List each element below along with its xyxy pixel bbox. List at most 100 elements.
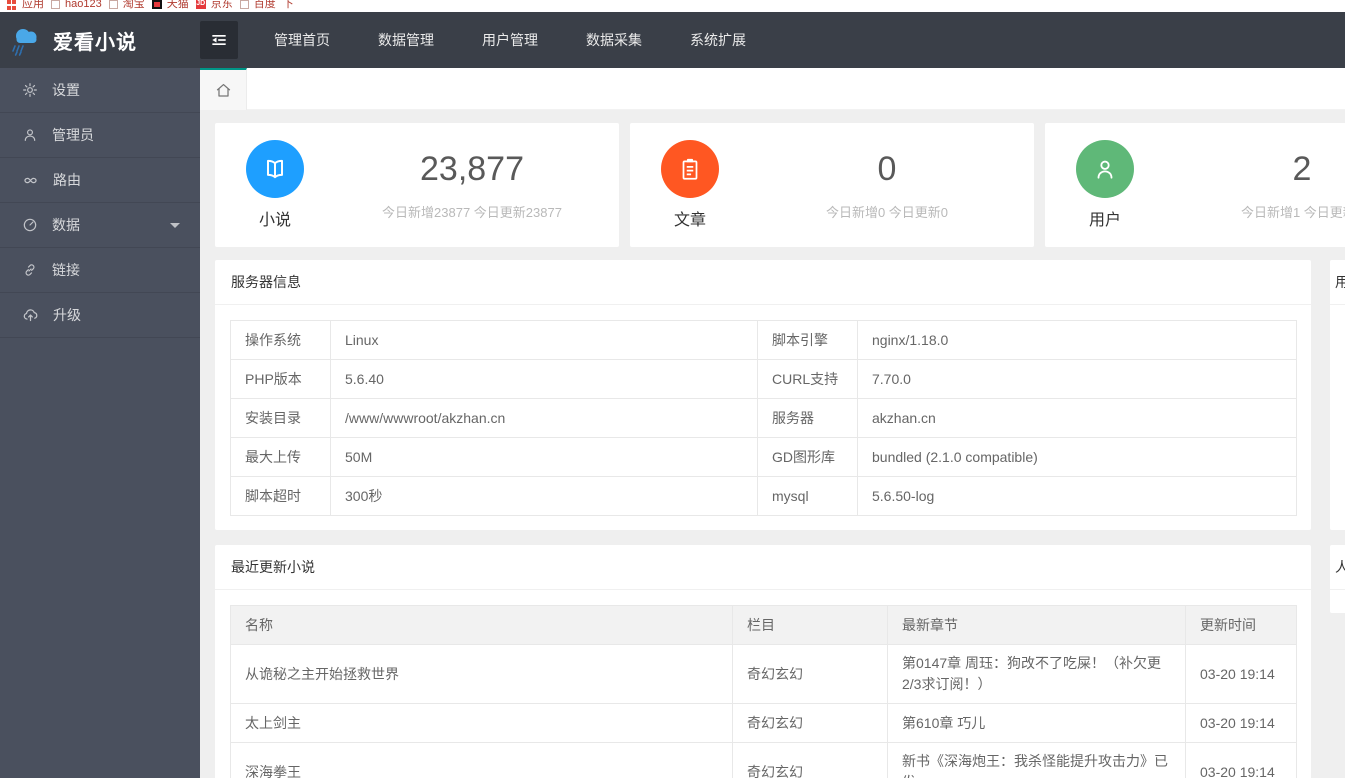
stat-subtext: 今日新增0 今日更新0 (825, 204, 949, 220)
server-info-panel: 服务器信息 操作系统 Linux 脚本引擎 nginx/1.18.0 PHP版本… (215, 260, 1311, 530)
sidebar-item-data[interactable]: 数据 (0, 203, 200, 248)
collapse-menu-icon (212, 35, 226, 45)
novel-category: 奇幻玄幻 (732, 703, 888, 743)
screen: 应用 hao123 淘宝 天猫 JD 京东 百度 下 爱看小说 管理首页 数据管… (0, 0, 1345, 778)
panel-title: 人 (1330, 545, 1345, 590)
top-nav: 管理首页 数据管理 用户管理 数据采集 系统扩展 (250, 12, 770, 68)
app-header: 爱看小说 管理首页 数据管理 用户管理 数据采集 系统扩展 (0, 12, 1345, 68)
link-icon (25, 264, 35, 276)
novel-circle (246, 140, 304, 198)
right-panel-partial-top: 用 (1330, 260, 1345, 530)
tmall-favicon-icon (151, 0, 162, 9)
app-title: 爱看小说 (53, 31, 137, 54)
novel-update-time: 03-20 19:14 (1185, 703, 1297, 743)
apps-shortcut[interactable]: 应用 (7, 0, 44, 12)
sidebar-item-label: 管理员 (52, 127, 94, 143)
recent-novels-table: 名称 栏目 最新章节 更新时间 从诡秘之主开始拯救世界 奇幻玄幻 第0147章 … (230, 605, 1297, 778)
novel-name: 太上剑主 (230, 703, 733, 743)
stat-cards-row: 小说 23,877 今日新增23877 今日更新23877 文章 0 今日新增0… (215, 123, 1345, 247)
novel-chapter: 第610章 巧儿 (887, 703, 1186, 743)
novel-chapter: 新书《深海炮王：我杀怪能提升攻击力》已发 (887, 742, 1186, 778)
article-circle (661, 140, 719, 198)
sidebar-item-settings[interactable]: 设置 (0, 68, 200, 113)
nav-user-management[interactable]: 用户管理 (458, 12, 562, 68)
table-row: PHP版本 5.6.40 CURL支持 7.70.0 (230, 359, 1297, 399)
sidebar-collapse-button[interactable] (200, 21, 238, 59)
stat-card-novels: 小说 23,877 今日新增23877 今日更新23877 (215, 123, 619, 247)
gauge-icon (23, 218, 37, 232)
table-row: 深海拳王 奇幻玄幻 新书《深海炮王：我杀怪能提升攻击力》已发 03-20 19:… (230, 742, 1297, 778)
clipboard-icon (682, 158, 698, 180)
table-header-row: 名称 栏目 最新章节 更新时间 (230, 605, 1297, 645)
sidebar-item-label: 设置 (52, 82, 80, 98)
nav-data-collection[interactable]: 数据采集 (562, 12, 666, 68)
panel-title: 服务器信息 (215, 260, 1311, 305)
sidebar-item-label: 路由 (53, 172, 81, 188)
app-logo[interactable]: 爱看小说 (0, 23, 200, 57)
bookmark-jd[interactable]: JD 京东 (195, 0, 233, 12)
nav-data-management[interactable]: 数据管理 (354, 12, 458, 68)
novel-category: 奇幻玄幻 (732, 644, 888, 704)
favicon-placeholder-icon (108, 0, 118, 9)
user-circle (1076, 140, 1134, 198)
novel-update-time: 03-20 19:14 (1185, 742, 1297, 778)
novel-update-time: 03-20 19:14 (1185, 644, 1297, 704)
favicon-placeholder-icon (51, 0, 60, 9)
stat-label: 文章 (673, 212, 706, 229)
upgrade-cloud-icon (23, 308, 38, 321)
dashboard-content: 小说 23,877 今日新增23877 今日更新23877 文章 0 今日新增0… (200, 110, 1345, 778)
sidebar-item-routes[interactable]: 路由 (0, 158, 200, 203)
apps-grid-icon (7, 0, 17, 10)
right-panel-partial-bottom: 人 (1330, 545, 1345, 613)
server-info-table: 操作系统 Linux 脚本引擎 nginx/1.18.0 PHP版本 5.6.4… (230, 320, 1297, 516)
table-row: 太上剑主 奇幻玄幻 第610章 巧儿 03-20 19:14 (230, 703, 1297, 743)
book-icon (267, 159, 283, 179)
bookmark-taobao[interactable]: 淘宝 (108, 0, 145, 12)
sidebar-item-label: 数据 (52, 217, 80, 233)
stat-card-articles: 文章 0 今日新增0 今日更新0 (630, 123, 1034, 247)
bookmark-hao123[interactable]: hao123 (51, 0, 102, 12)
cloud-rain-logo-icon (12, 29, 37, 56)
person-icon (1097, 160, 1113, 179)
stat-value: 0 (877, 149, 897, 188)
table-row: 脚本超时 300秒 mysql 5.6.50-log (230, 476, 1297, 516)
sidebar-item-label: 升级 (53, 307, 81, 323)
stat-value: 2 (1292, 149, 1312, 188)
nav-admin-home[interactable]: 管理首页 (250, 12, 354, 68)
gear-icon (23, 83, 37, 97)
tab-home[interactable] (200, 68, 247, 110)
stat-label: 小说 (258, 212, 291, 229)
stat-value: 23,877 (420, 149, 524, 188)
stat-subtext: 今日新增1 今日更新1 (1240, 204, 1345, 220)
sidebar-item-label: 链接 (52, 262, 80, 278)
novel-name: 深海拳王 (230, 742, 733, 778)
sidebar: 设置 管理员 路由 数据 链接 升级 (0, 68, 200, 778)
stat-label: 用户 (1088, 212, 1121, 229)
chevron-down-icon (170, 222, 180, 228)
bookmark-baidu[interactable]: 百度 (239, 0, 276, 12)
bookmark-tmall[interactable]: 天猫 (151, 0, 189, 12)
panel-title: 最近更新小说 (215, 545, 1311, 590)
user-icon (24, 129, 36, 141)
nav-system-extension[interactable]: 系统扩展 (666, 12, 770, 68)
browser-bookmarks-bar: 应用 hao123 淘宝 天猫 JD 京东 百度 下 (0, 0, 1345, 12)
route-infinity-icon (24, 177, 37, 183)
novel-chapter: 第0147章 周珏：狗改不了吃屎！（补欠更2/3求订阅！） (887, 644, 1186, 704)
novel-name: 从诡秘之主开始拯救世界 (230, 644, 733, 704)
sidebar-item-admins[interactable]: 管理员 (0, 113, 200, 158)
table-row: 最大上传 50M GD图形库 bundled (2.1.0 compatible… (230, 437, 1297, 477)
home-icon (216, 83, 230, 97)
table-row: 安装目录 /www/wwwroot/akzhan.cn 服务器 akzhan.c… (230, 398, 1297, 438)
jd-favicon-icon: JD (195, 0, 206, 9)
table-row: 从诡秘之主开始拯救世界 奇幻玄幻 第0147章 周珏：狗改不了吃屎！（补欠更2/… (230, 644, 1297, 704)
stat-card-users: 用户 2 今日新增1 今日更新1 (1045, 123, 1345, 247)
table-row: 操作系统 Linux 脚本引擎 nginx/1.18.0 (230, 320, 1297, 360)
favicon-placeholder-icon (239, 0, 249, 9)
sidebar-item-upgrade[interactable]: 升级 (0, 293, 200, 338)
recent-novels-panel: 最近更新小说 名称 栏目 最新章节 更新时间 从诡秘之主开始拯救世界 奇幻玄幻 … (215, 545, 1311, 778)
sidebar-item-links[interactable]: 链接 (0, 248, 200, 293)
novel-category: 奇幻玄幻 (732, 742, 888, 778)
bookmark-overflow[interactable]: 下 (283, 0, 294, 12)
page-tab-bar (200, 68, 1345, 110)
panel-title: 用 (1330, 260, 1345, 305)
